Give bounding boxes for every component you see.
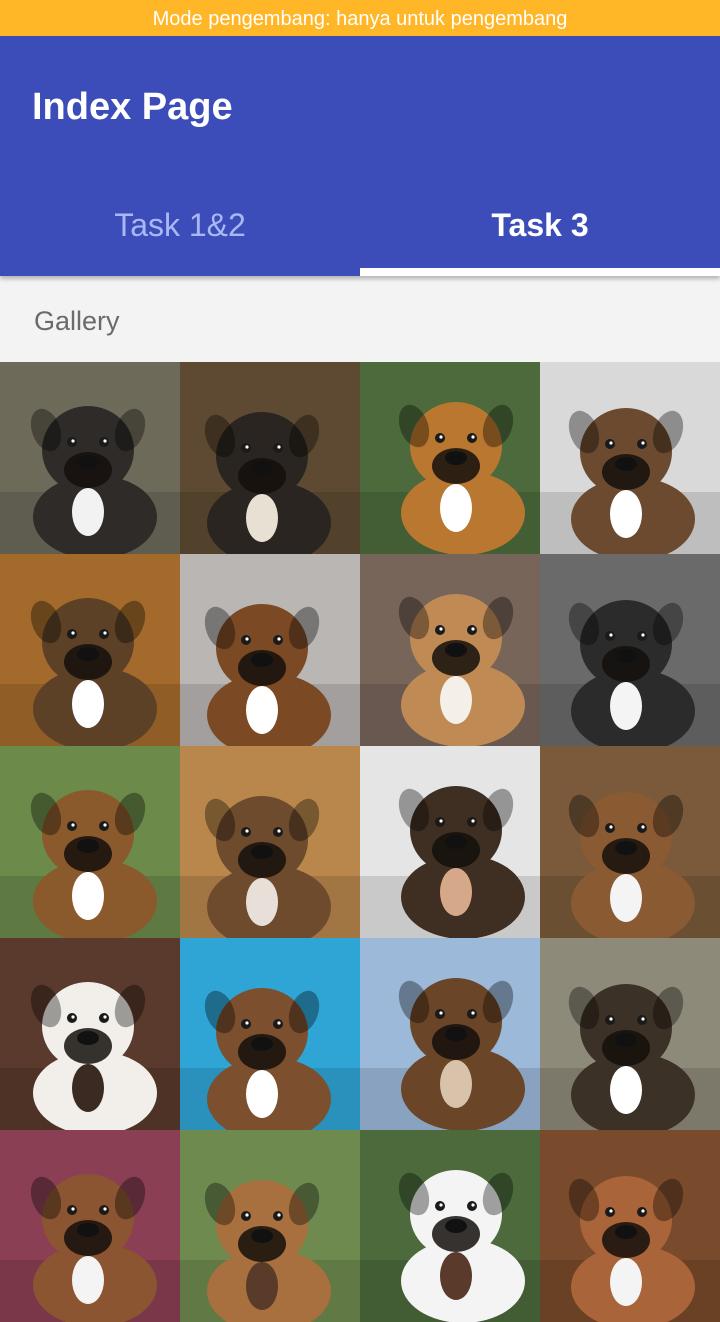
dog-photo-image <box>540 1130 720 1322</box>
dog-photo-image <box>0 362 180 554</box>
gallery-header: Gallery <box>34 306 120 336</box>
gallery-photo-brown-boxer-sitting[interactable] <box>180 554 360 746</box>
dog-photo-image <box>0 938 180 1130</box>
gallery-photo-boxer-tongue[interactable] <box>180 1130 360 1322</box>
gallery-photo-boxer-blue-hat[interactable] <box>180 938 360 1130</box>
dog-photo-image <box>360 1130 540 1322</box>
dog-photo-image <box>180 1130 360 1322</box>
gallery-photo-fawn-boxer-on-pillow[interactable] <box>360 362 540 554</box>
dog-photo-image <box>540 746 720 938</box>
gallery-photo-brindle-puppy-lying[interactable] <box>0 554 180 746</box>
tab-task-3-label: Task 3 <box>491 206 589 243</box>
dog-photo-image <box>180 746 360 938</box>
gallery-photo-brindle-boxer-standing[interactable] <box>540 362 720 554</box>
developer-mode-text: Mode pengembang: hanya untuk pengembang <box>152 8 568 30</box>
dog-photo-image <box>0 746 180 938</box>
gallery-photo-boxer-blue-collar[interactable] <box>0 1130 180 1322</box>
gallery-photo-white-boxer-face[interactable] <box>0 938 180 1130</box>
dog-photo-image <box>360 746 540 938</box>
gallery-photo-two-boxers-floor[interactable] <box>180 746 360 938</box>
gallery-photo-brindle-boxer-play[interactable] <box>360 746 540 938</box>
selected-tab-indicator <box>360 268 720 276</box>
page-title: Index Page <box>32 86 233 128</box>
dog-photo-image <box>0 554 180 746</box>
dog-photo-image <box>360 362 540 554</box>
app-bar: Index Page <box>0 36 720 176</box>
gallery-photo-boxer-sky[interactable] <box>360 938 540 1130</box>
tab-task-3[interactable]: Task 3 <box>360 176 720 276</box>
gallery-photo-boxer-closeup-2[interactable] <box>540 1130 720 1322</box>
dog-photo-image <box>0 1130 180 1322</box>
dog-photo-image <box>540 362 720 554</box>
dog-photo-image <box>540 938 720 1130</box>
gallery-photo-boxer-red-cap[interactable] <box>540 554 720 746</box>
dog-photo-image <box>540 554 720 746</box>
dog-photo-image <box>180 362 360 554</box>
dog-photo-image <box>360 554 540 746</box>
dog-photo-image <box>180 938 360 1130</box>
tab-task-1-2-label: Task 1&2 <box>114 206 246 243</box>
gallery-photo-white-boxer-red-collar[interactable] <box>360 1130 540 1322</box>
dog-photo-image <box>180 554 360 746</box>
gallery-photo-boxer-garden[interactable] <box>540 938 720 1130</box>
gallery-photo-fawn-boxer-face[interactable] <box>0 746 180 938</box>
gallery-photo-black-boxer[interactable] <box>180 362 360 554</box>
gallery-photo-brindle-puppy[interactable] <box>0 362 180 554</box>
tab-bar: Task 1&2 Task 3 <box>0 176 720 276</box>
developer-mode-banner: Mode pengembang: hanya untuk pengembang <box>0 0 720 36</box>
photo-gallery <box>0 362 720 1322</box>
gallery-photo-boxer-in-room[interactable] <box>360 554 540 746</box>
dog-photo-image <box>360 938 540 1130</box>
tab-task-1-2[interactable]: Task 1&2 <box>0 176 360 276</box>
gallery-photo-boxer-closeup[interactable] <box>540 746 720 938</box>
